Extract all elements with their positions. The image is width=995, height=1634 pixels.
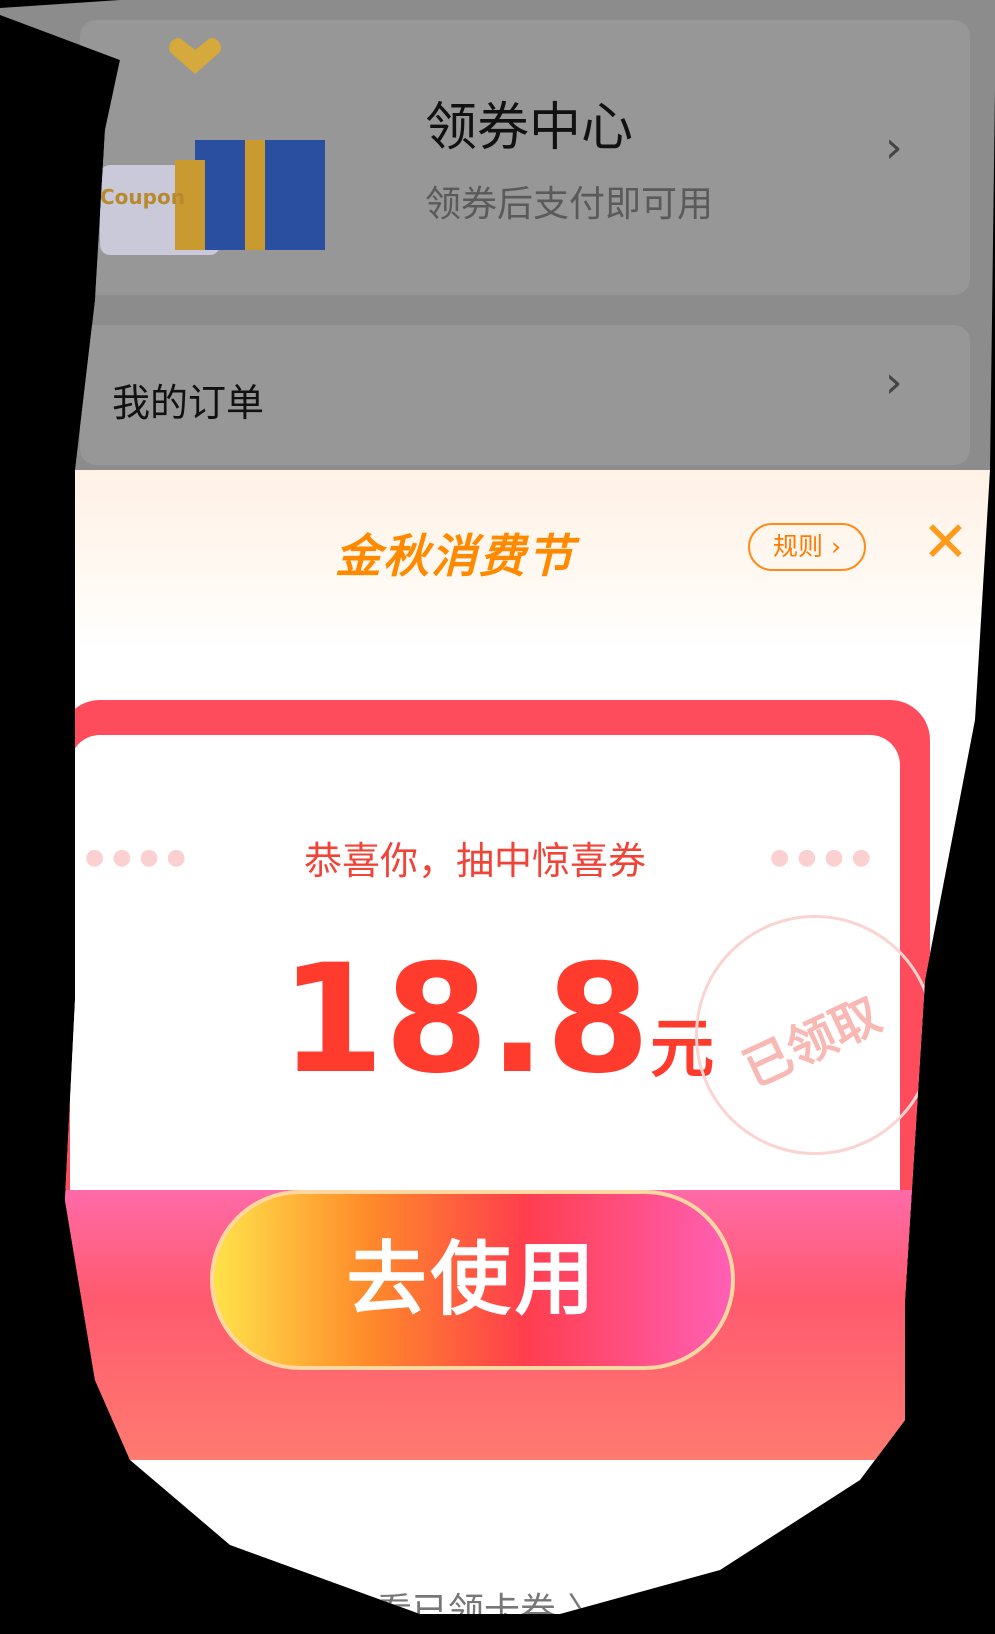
screen: Coupon 领券中心 领券后支付即可用 › 我的订单 › 金秋消费节 规则 ›… [0, 0, 995, 1614]
popup-title: 金秋消费节 [335, 529, 575, 583]
rules-button[interactable]: 规则 › [748, 523, 866, 571]
chevron-right-icon: › [885, 122, 903, 173]
chevron-right-icon: › [885, 357, 903, 408]
coupon-image-label: Coupon [100, 185, 185, 209]
close-icon[interactable]: ✕ [922, 515, 969, 571]
gift-coupon-illustration [100, 37, 325, 255]
stamp-text: 已领取 [735, 986, 890, 1099]
congrats-text: 恭喜你，抽中惊喜券 [303, 839, 646, 883]
coupon-center-subtitle: 领券后支付即可用 [425, 184, 714, 225]
amount-value: 18.8 [280, 933, 651, 1107]
coupon-center-title: 领券中心 [425, 98, 634, 158]
view-claimed-coupons-link[interactable]: 查看已领卡券 〉 [340, 1582, 603, 1614]
background-page: Coupon 领券中心 领券后支付即可用 › 我的订单 › [0, 0, 995, 470]
coupon-amount: 18.8元 [280, 945, 714, 1125]
use-coupon-button[interactable]: 去使用 [210, 1190, 735, 1370]
my-orders-label: 我的订单 [112, 381, 265, 425]
claimed-stamp: 已领取 [695, 915, 935, 1155]
